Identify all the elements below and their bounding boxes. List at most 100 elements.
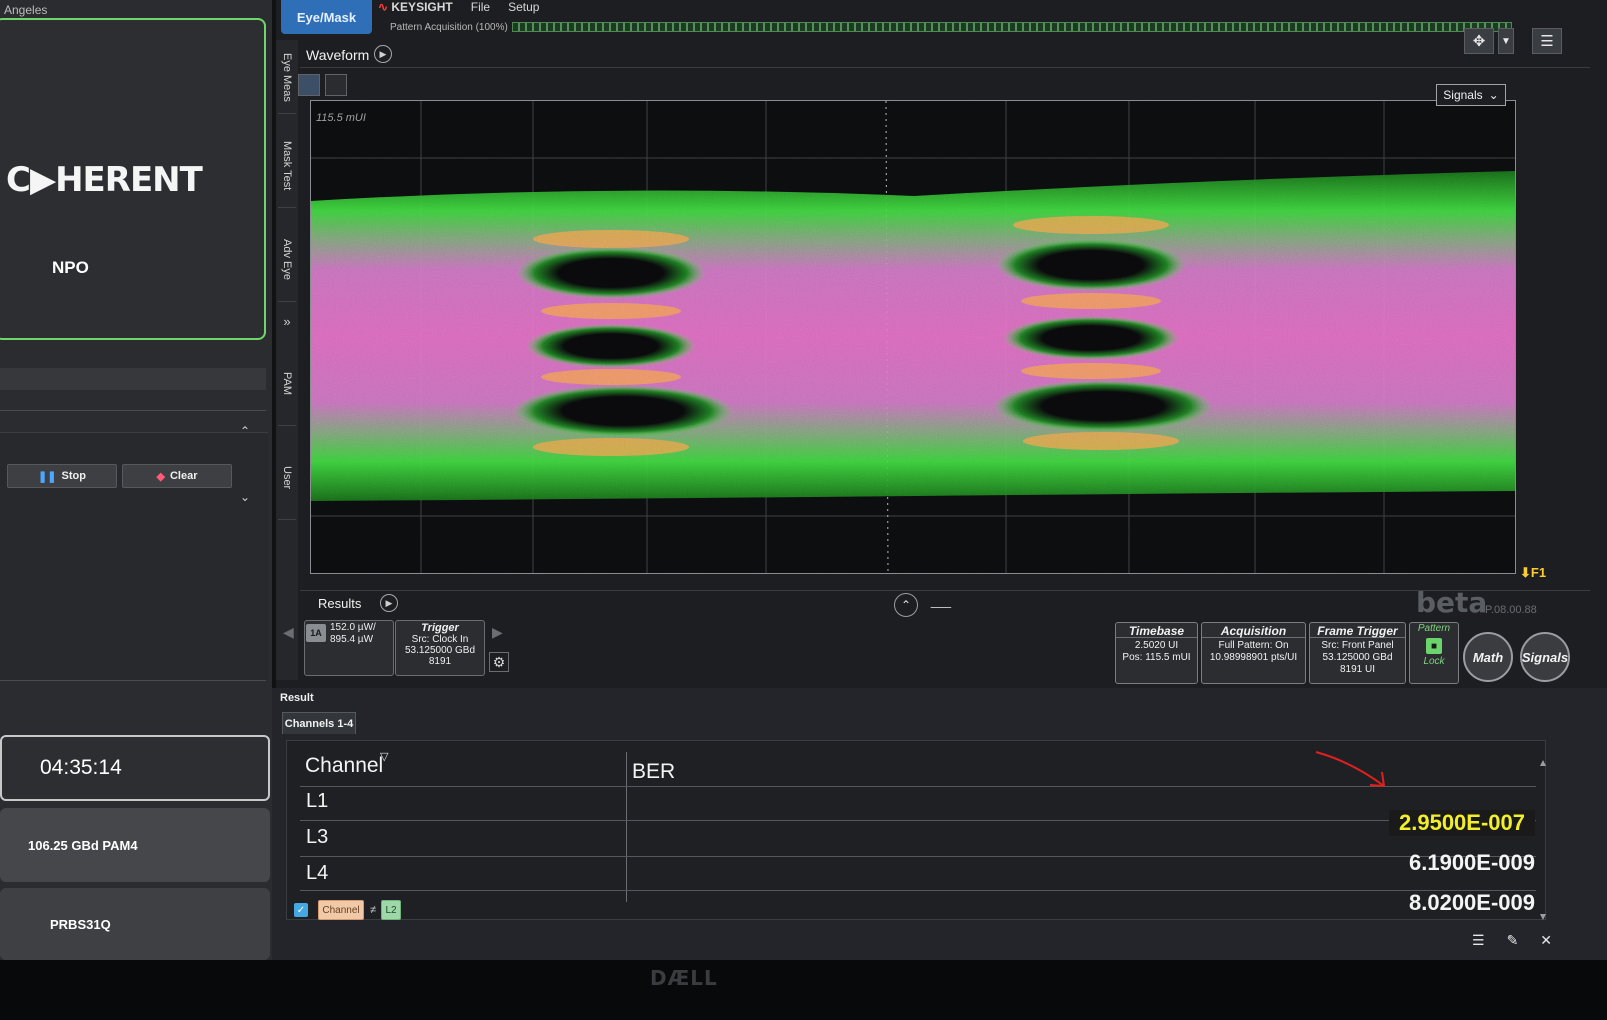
stop-button[interactable]: ❚❚ Stop — [7, 464, 117, 488]
pattern-tile[interactable]: PRBS31Q — [0, 888, 270, 960]
signals-dropdown[interactable]: Signals ⌄ — [1436, 84, 1506, 106]
table-row-channel: L1 — [306, 790, 329, 812]
acquisition-progress — [512, 22, 1512, 32]
table-row-ber: 2.9500E-007 — [1389, 810, 1535, 836]
tab-adv-eye[interactable]: Adv Eye — [278, 218, 296, 302]
menu-setup[interactable]: Setup — [508, 0, 539, 14]
menu-file[interactable]: File — [471, 0, 490, 14]
pause-icon: ❚❚ — [38, 470, 57, 483]
chevron-up-icon[interactable]: ⌃ — [240, 424, 250, 438]
elapsed-time: 04:35:14 — [0, 735, 270, 801]
chevron-down-icon[interactable]: ⌄ — [240, 490, 250, 504]
menu-icon-wrap: ☰ — [1532, 28, 1562, 56]
column-header-channel[interactable]: Channel — [305, 754, 383, 778]
status-bar — [0, 368, 266, 390]
expand-icon[interactable]: » — [278, 310, 296, 332]
trigger-title: Trigger — [421, 622, 459, 634]
tab-pam[interactable]: PAM — [278, 342, 296, 426]
signals-button[interactable]: Signals — [1520, 632, 1570, 682]
list-icon[interactable]: ☰ — [1472, 932, 1485, 949]
scale-label: 115.5 mUI — [316, 112, 366, 124]
results-play-icon[interactable]: ▶ — [380, 594, 398, 612]
frame-trigger-title: Frame Trigger — [1310, 625, 1405, 638]
gear-icon[interactable]: ⚙ — [489, 652, 509, 672]
acquisition-box[interactable]: Acquisition Full Pattern: On 10.98998901… — [1201, 622, 1306, 684]
company-logo: C▶HERENT — [6, 160, 203, 200]
table-row-ber: 6.1900E-009 — [1409, 850, 1535, 875]
signals-dropdown-label: Signals — [1443, 88, 1483, 102]
tab-channels-1-4[interactable]: Channels 1-4 — [282, 712, 356, 734]
waveform-header — [300, 42, 1590, 68]
column-header-ber[interactable]: BER — [632, 760, 675, 784]
frame-trigger-line2: 53.125000 GBd — [1322, 652, 1393, 663]
clear-label: Clear — [169, 470, 198, 482]
nav-left-icon[interactable]: ◀ — [283, 624, 294, 641]
stop-label: Stop — [61, 470, 86, 482]
annotation-arrow — [1315, 751, 1385, 787]
chevron-down-icon: ⌄ — [1488, 88, 1499, 102]
filter-chip-channel[interactable]: Channel — [318, 900, 364, 920]
grid-view-button[interactable] — [325, 74, 347, 96]
eraser-icon: ◆ — [156, 470, 165, 483]
scrollbar[interactable] — [1540, 760, 1546, 920]
acquisition-line1: Full Pattern: On — [1218, 640, 1289, 651]
monitor-bezel — [0, 960, 1607, 1020]
pattern-lock-box[interactable]: Pattern ■ Lock — [1409, 622, 1459, 684]
single-view-button[interactable] — [298, 74, 320, 96]
filter-checkbox[interactable]: ✓ — [294, 903, 308, 917]
beta-label: beta — [1416, 586, 1488, 619]
row-divider — [300, 890, 1536, 891]
monitor-logo: DÆLL — [650, 966, 718, 990]
timebase-box[interactable]: Timebase 2.5020 UI Pos: 115.5 mUI — [1115, 622, 1198, 684]
hamburger-menu-icon[interactable]: ☰ — [1532, 28, 1562, 54]
filter-icon[interactable]: ▽ — [380, 750, 388, 763]
timebase-title: Timebase — [1116, 625, 1197, 638]
eye-diagram[interactable] — [310, 100, 1516, 574]
pattern-lock-status: Lock — [1423, 656, 1445, 667]
close-icon[interactable]: ✕ — [1540, 932, 1552, 949]
tab-eye-mask[interactable]: Eye/Mask — [281, 0, 372, 34]
acquisition-status: Pattern Acquisition (100%) — [390, 22, 508, 33]
row-divider — [300, 820, 1536, 821]
row-divider — [300, 856, 1536, 857]
edit-icon[interactable]: ✎ — [1507, 932, 1519, 949]
move-icon[interactable]: ✥ — [1464, 28, 1494, 54]
brand-name: KEYSIGHT — [391, 0, 453, 14]
trigger-box[interactable]: Trigger Src: Clock In 53.125000 GBd 8191 — [395, 620, 485, 676]
tab-mask-test[interactable]: Mask Test — [278, 124, 296, 208]
channel-badge: 1A — [306, 624, 326, 642]
marker-f1-label: F1 — [1530, 565, 1547, 580]
filter-chip-value[interactable]: L2 — [381, 900, 401, 920]
tab-user[interactable]: User — [278, 436, 296, 520]
trigger-src: Src: Clock In — [411, 634, 469, 645]
clear-button[interactable]: ◆ Clear — [122, 464, 232, 488]
pin-icon[interactable]: ⸺ — [930, 596, 952, 615]
marker-f1[interactable]: ⬇F1 — [1520, 565, 1546, 581]
divider — [0, 680, 266, 681]
acquisition-line2: 10.98998901 pts/UI — [1209, 652, 1298, 663]
table-row-ber: 8.0200E-009 — [1409, 890, 1535, 915]
divider — [0, 410, 266, 411]
data-rate-tile[interactable]: 106.25 GBd PAM4 — [0, 808, 270, 882]
tab-eye-meas[interactable]: Eye Meas — [278, 42, 296, 114]
left-panel: Angeles C▶HERENT NPO ⌃ ❚❚ Stop ◆ Clear ⌄… — [0, 0, 272, 960]
eye-diagram-svg — [311, 101, 1515, 573]
filter-operator: ≠ — [369, 904, 377, 916]
nav-right-icon[interactable]: ▶ — [492, 624, 503, 641]
result-title: Result — [280, 692, 314, 704]
menu-bar: ∿ KEYSIGHT File Setup — [378, 0, 539, 14]
pattern-lock-title: Pattern — [1417, 623, 1451, 634]
trigger-rate: 53.125000 GBd — [404, 645, 476, 656]
lock-icon: ■ — [1426, 638, 1442, 654]
table-tools: ☰ ✎ ✕ — [1472, 932, 1552, 949]
channel-power-line2: 895.4 µW — [330, 634, 374, 645]
math-button[interactable]: Math — [1463, 632, 1513, 682]
table-row-channel: L4 — [306, 862, 329, 884]
acquisition-title: Acquisition — [1202, 625, 1305, 638]
frame-trigger-line1: Src: Front Panel — [1321, 640, 1394, 651]
collapse-up-icon[interactable]: ⌃ — [894, 593, 918, 617]
frame-trigger-box[interactable]: Frame Trigger Src: Front Panel 53.125000… — [1309, 622, 1406, 684]
trigger-pattern-length: 8191 — [428, 656, 452, 667]
dropdown-arrow-icon[interactable]: ▼ — [1498, 28, 1514, 54]
play-icon[interactable]: ▶ — [374, 45, 392, 63]
